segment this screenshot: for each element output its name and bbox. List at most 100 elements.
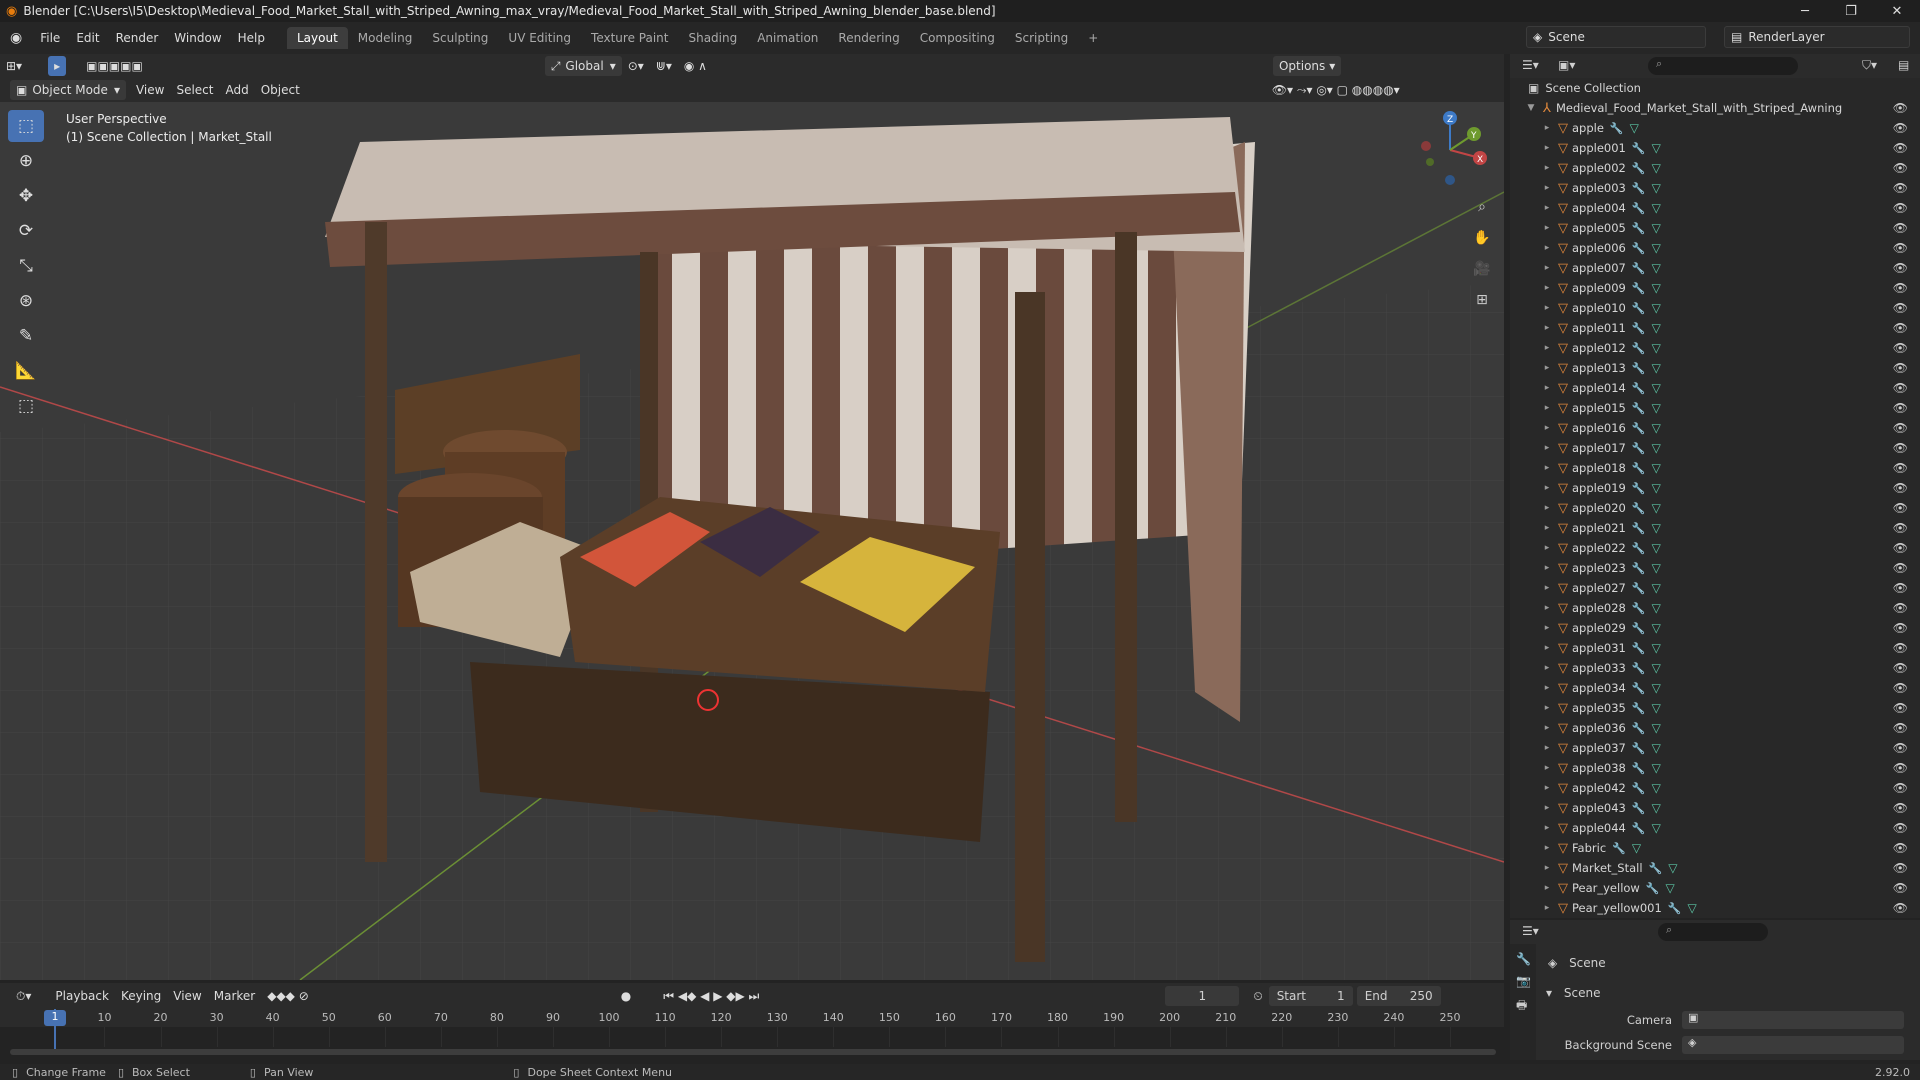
mesh-data-icon[interactable]: ▽ [1652,361,1661,375]
mesh-data-icon[interactable]: ▽ [1652,821,1661,835]
outliner-row-pear_yellow001[interactable]: ▸ ▽ Pear_yellow001 🔧 ▽ 👁 [1510,898,1920,918]
modifier-wrench-icon[interactable]: 🔧 [1632,802,1646,815]
mesh-data-icon[interactable]: ▽ [1652,181,1661,195]
expand-triangle-icon[interactable]: ▸ [1540,883,1554,893]
mesh-data-icon[interactable]: ▽ [1652,261,1661,275]
selection-mode-icons[interactable]: ▣▣▣▣▣ [80,56,149,76]
modifier-wrench-icon[interactable]: 🔧 [1632,762,1646,775]
current-frame-field[interactable]: 1 [1165,986,1240,1006]
modifier-wrench-icon[interactable]: 🔧 [1632,182,1646,195]
outliner-row-apple020[interactable]: ▸ ▽ apple020 🔧 ▽ 👁 [1510,498,1920,518]
expand-triangle-icon[interactable]: ▸ [1540,783,1554,793]
mesh-data-icon[interactable]: ▽ [1652,221,1661,235]
expand-triangle-icon[interactable]: ▸ [1540,703,1554,713]
mesh-data-icon[interactable]: ▽ [1652,521,1661,535]
outliner-row-market_stall[interactable]: ▸ ▽ Market_Stall 🔧 ▽ 👁 [1510,858,1920,878]
keyframe-icons[interactable]: ◆◆◆ ⊘ [261,986,315,1006]
navigation-gizmo[interactable]: Z X Y [1410,110,1490,190]
camera-field[interactable]: ▣ [1682,1011,1904,1029]
modifier-wrench-icon[interactable]: 🔧 [1632,582,1646,595]
mesh-data-icon[interactable]: ▽ [1666,881,1675,895]
modifier-wrench-icon[interactable]: 🔧 [1632,162,1646,175]
properties-editor-icon[interactable]: ☰▾ [1522,924,1539,938]
modifier-wrench-icon[interactable]: 🔧 [1632,822,1646,835]
outliner-row-apple038[interactable]: ▸ ▽ apple038 🔧 ▽ 👁 [1510,758,1920,778]
expand-triangle-icon[interactable]: ▸ [1540,203,1554,213]
mesh-data-icon[interactable]: ▽ [1652,741,1661,755]
outliner-row-apple018[interactable]: ▸ ▽ apple018 🔧 ▽ 👁 [1510,458,1920,478]
menu-playback[interactable]: Playback [49,986,115,1006]
mesh-data-icon[interactable]: ▽ [1652,801,1661,815]
outliner-row-apple028[interactable]: ▸ ▽ apple028 🔧 ▽ 👁 [1510,598,1920,618]
outliner-root-row[interactable]: ▣ Scene Collection [1510,78,1920,98]
transform-orientation-dropdown[interactable]: ⤢ Global ▾ [544,56,622,76]
eye-icon[interactable]: 👁 [1893,341,1908,355]
expand-triangle-icon[interactable]: ▸ [1540,643,1554,653]
modifier-wrench-icon[interactable]: 🔧 [1632,742,1646,755]
tab-texture-paint[interactable]: Texture Paint [581,27,678,49]
outliner-row-apple016[interactable]: ▸ ▽ apple016 🔧 ▽ 👁 [1510,418,1920,438]
mesh-data-icon[interactable]: ▽ [1652,281,1661,295]
timeline-editor-icon[interactable]: ⏱▾ [10,986,37,1006]
menu-file[interactable]: File [32,31,68,45]
expand-triangle-icon[interactable]: ▸ [1540,763,1554,773]
eye-icon[interactable]: 👁 [1893,141,1908,155]
eye-icon[interactable]: 👁 [1893,361,1908,375]
expand-triangle-icon[interactable]: ▸ [1540,863,1554,873]
outliner-row-apple027[interactable]: ▸ ▽ apple027 🔧 ▽ 👁 [1510,578,1920,598]
eye-icon[interactable]: 👁 [1893,821,1908,835]
zoom-icon[interactable]: ⌕ [1469,194,1495,220]
expand-triangle-icon[interactable]: ▸ [1540,563,1554,573]
eye-icon[interactable]: 👁 [1893,281,1908,295]
modifier-wrench-icon[interactable]: 🔧 [1632,262,1646,275]
visibility-icons[interactable]: 👁▾ ⤳▾ ◎▾ ▢ ◍◍◍◍▾ [1266,80,1406,100]
eye-icon[interactable]: 👁 [1893,421,1908,435]
outliner-row-apple004[interactable]: ▸ ▽ apple004 🔧 ▽ 👁 [1510,198,1920,218]
mesh-data-icon[interactable]: ▽ [1652,561,1661,575]
tab-sculpting[interactable]: Sculpting [422,27,498,49]
expand-triangle-icon[interactable]: ▸ [1540,323,1554,333]
properties-search-input[interactable]: ⌕ [1658,923,1768,941]
expand-triangle-icon[interactable]: ▸ [1540,303,1554,313]
eye-icon[interactable]: 👁 [1893,481,1908,495]
outliner-row-apple007[interactable]: ▸ ▽ apple007 🔧 ▽ 👁 [1510,258,1920,278]
eye-icon[interactable]: 👁 [1893,201,1908,215]
expand-triangle-icon[interactable]: ▸ [1540,343,1554,353]
eye-icon[interactable]: 👁 [1893,441,1908,455]
mesh-data-icon[interactable]: ▽ [1652,401,1661,415]
menu-keying[interactable]: Keying [115,986,167,1006]
expand-triangle-icon[interactable]: ▸ [1540,283,1554,293]
modifier-wrench-icon[interactable]: 🔧 [1632,382,1646,395]
outliner-row-apple034[interactable]: ▸ ▽ apple034 🔧 ▽ 👁 [1510,678,1920,698]
timeline-scrollbar[interactable] [10,1049,1496,1055]
expand-triangle-icon[interactable]: ▸ [1540,463,1554,473]
tab-modeling[interactable]: Modeling [348,27,423,49]
mesh-data-icon[interactable]: ▽ [1652,721,1661,735]
collapse-triangle-icon[interactable]: ▼ [1524,103,1538,113]
outliner-row-apple022[interactable]: ▸ ▽ apple022 🔧 ▽ 👁 [1510,538,1920,558]
modifier-wrench-icon[interactable]: 🔧 [1632,722,1646,735]
tab-animation[interactable]: Animation [747,27,828,49]
modifier-wrench-icon[interactable]: 🔧 [1632,622,1646,635]
modifier-wrench-icon[interactable]: 🔧 [1632,282,1646,295]
tab-shading[interactable]: Shading [678,27,747,49]
outliner-row-apple012[interactable]: ▸ ▽ apple012 🔧 ▽ 👁 [1510,338,1920,358]
eye-icon[interactable]: 👁 [1893,721,1908,735]
outliner-row-apple021[interactable]: ▸ ▽ apple021 🔧 ▽ 👁 [1510,518,1920,538]
menu-render[interactable]: Render [108,31,167,45]
eye-icon[interactable]: 👁 [1893,661,1908,675]
snap-icon[interactable]: ⋓▾ [650,56,678,76]
view-layer-selector[interactable]: ▤ RenderLayer [1724,26,1910,48]
modifier-wrench-icon[interactable]: 🔧 [1632,402,1646,415]
3d-viewport[interactable]: User Perspective (1) Scene Collection | … [0,102,1504,980]
mesh-data-icon[interactable]: ▽ [1652,501,1661,515]
modifier-wrench-icon[interactable]: 🔧 [1632,502,1646,515]
outliner-row-apple013[interactable]: ▸ ▽ apple013 🔧 ▽ 👁 [1510,358,1920,378]
mesh-data-icon[interactable]: ▽ [1652,301,1661,315]
modifier-wrench-icon[interactable]: 🔧 [1612,842,1626,855]
timeline-area[interactable]: 1102030405060708090100110120130140150160… [0,1009,1504,1064]
eye-icon[interactable]: 👁 [1893,121,1908,135]
eye-icon[interactable]: 👁 [1893,781,1908,795]
add-cube-tool[interactable]: ⬚ [8,390,44,422]
outliner-row-apple043[interactable]: ▸ ▽ apple043 🔧 ▽ 👁 [1510,798,1920,818]
